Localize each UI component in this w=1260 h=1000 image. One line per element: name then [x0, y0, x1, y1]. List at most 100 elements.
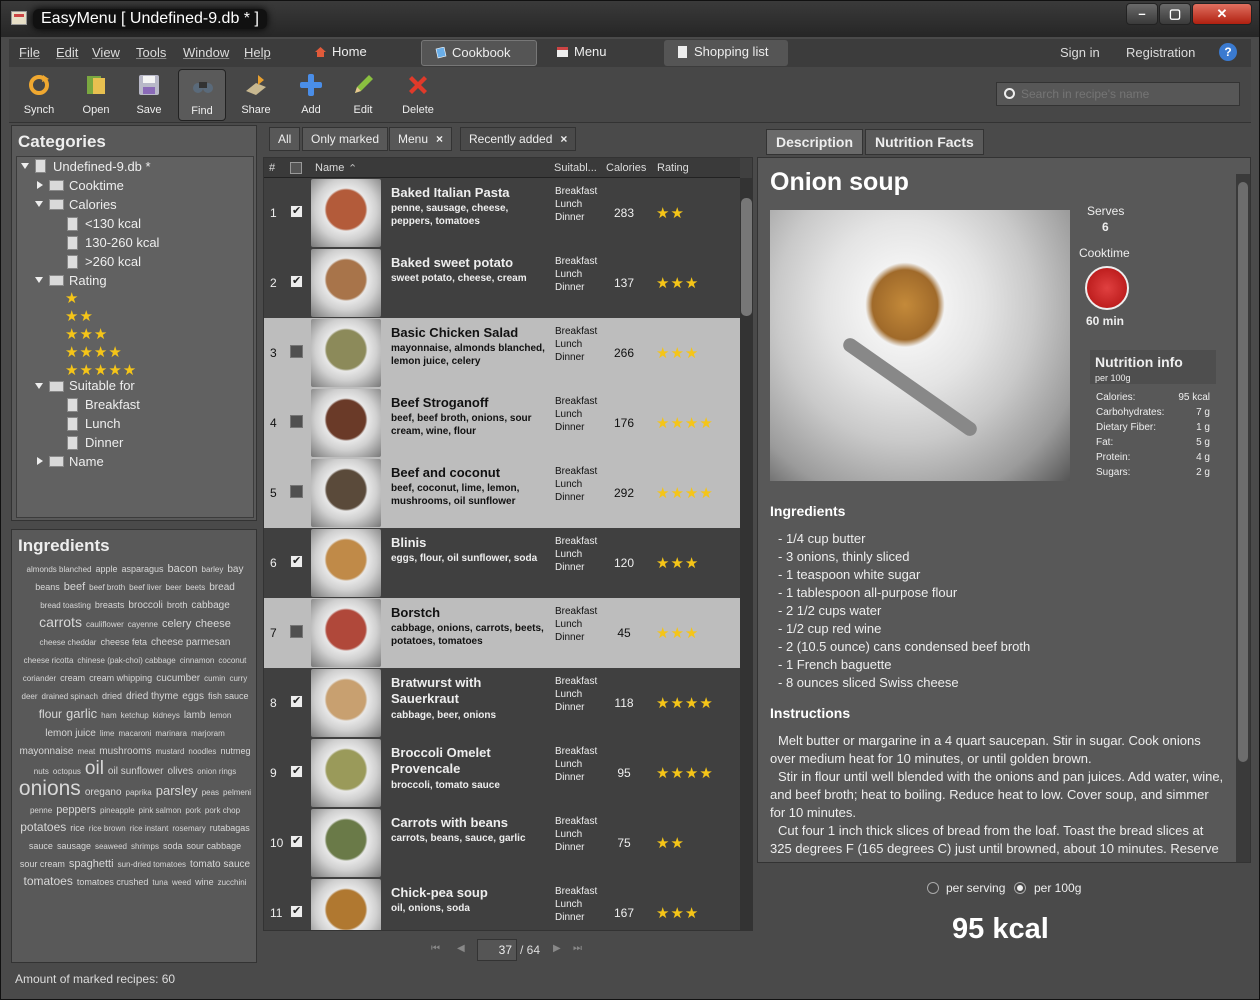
ingredient-tag[interactable]: zucchini: [218, 874, 247, 891]
add-button[interactable]: Add: [287, 69, 335, 121]
ingredient-tag[interactable]: onions: [19, 778, 81, 799]
recipe-checkbox[interactable]: [290, 485, 303, 498]
ingredient-tag[interactable]: garlic: [66, 705, 97, 722]
ingredient-tag[interactable]: eggs: [182, 688, 204, 705]
ingredient-tag[interactable]: oregano: [85, 784, 122, 801]
ingredient-tag[interactable]: cinnamon: [180, 652, 215, 669]
help-icon[interactable]: ?: [1219, 43, 1237, 61]
filter-tab-menu[interactable]: Menu ×: [389, 127, 453, 151]
ingredient-tag[interactable]: coconut: [218, 652, 246, 669]
ingredient-tag[interactable]: mushrooms: [99, 743, 151, 760]
ingredient-tag[interactable]: deer: [22, 688, 38, 705]
tree-item-rating[interactable]: Rating: [69, 273, 107, 288]
ingredient-tag[interactable]: broth: [167, 597, 188, 614]
tree-item-lunch[interactable]: Lunch: [85, 416, 120, 431]
recipe-checkbox[interactable]: [290, 625, 303, 638]
ingredient-tag[interactable]: rosemary: [172, 820, 205, 837]
prev-page-icon[interactable]: ◀: [457, 943, 465, 954]
search-input[interactable]: [996, 82, 1240, 106]
ingredient-tag[interactable]: cauliflower: [86, 616, 124, 633]
ingredient-tag[interactable]: penne: [30, 802, 52, 819]
ingredient-tag[interactable]: spaghetti: [69, 856, 114, 873]
ingredient-tag[interactable]: wine: [195, 874, 214, 891]
tree-item-cal-high[interactable]: >260 kcal: [85, 254, 141, 269]
tree-item-db[interactable]: Undefined-9.db *: [53, 159, 151, 174]
ingredient-tag[interactable]: rutabagas: [210, 820, 250, 837]
tab-menu[interactable]: Menu: [544, 40, 660, 66]
tree-item-breakfast[interactable]: Breakfast: [85, 397, 140, 412]
ingredient-tag[interactable]: potatoes: [20, 819, 66, 836]
edit-button[interactable]: Edit: [339, 69, 387, 121]
ingredient-tag[interactable]: bread toasting: [40, 597, 91, 614]
ingredient-tag[interactable]: bread: [209, 579, 235, 596]
recipe-checkbox[interactable]: [290, 274, 303, 288]
minimize-button[interactable]: –: [1126, 3, 1158, 25]
ingredient-tag[interactable]: tomato sauce: [190, 856, 250, 873]
ingredient-tag[interactable]: tomatoes crushed: [77, 874, 149, 891]
ingredient-tag[interactable]: weed: [172, 874, 191, 891]
recipe-row[interactable]: 4 Beef Stroganoff beef, beef broth, onions…: [264, 388, 740, 458]
title-bar[interactable]: EasyMenu [ Undefined-9.db * ] – ▢ ✕: [1, 1, 1259, 37]
ingredient-tag[interactable]: mayonnaise: [20, 743, 74, 760]
ingredient-tag[interactable]: fish sauce: [208, 688, 249, 705]
recipe-checkbox[interactable]: [290, 764, 303, 778]
ingredient-tag[interactable]: pork: [185, 802, 201, 819]
ingredient-tag[interactable]: chinese (pak-choi) cabbage: [77, 652, 175, 669]
registration-link[interactable]: Registration: [1126, 45, 1195, 60]
col-num[interactable]: #: [269, 162, 275, 174]
tree-item-cal-mid[interactable]: 130-260 kcal: [85, 235, 159, 250]
ingredient-tag[interactable]: almonds blanched: [27, 561, 92, 578]
recipe-row[interactable]: 2 Baked sweet potato sweet potato, cheese,…: [264, 248, 740, 318]
recipe-row[interactable]: 10 Carrots with beans carrots, beans, sauc…: [264, 808, 740, 878]
recipe-row[interactable]: 9 Broccoli Omelet Provencale broccoli, tom…: [264, 738, 740, 808]
ingredient-tag[interactable]: oil: [85, 759, 104, 778]
select-all-checkbox[interactable]: [290, 162, 302, 174]
ingredient-tag[interactable]: beets: [186, 579, 206, 596]
ingredient-tag[interactable]: cream whipping: [89, 670, 152, 687]
ingredient-tag[interactable]: cheese: [195, 616, 230, 633]
ingredient-tag[interactable]: pineapple: [100, 802, 135, 819]
ingredient-tag[interactable]: cumin: [204, 670, 225, 687]
ingredient-tag[interactable]: beef liver: [129, 579, 161, 596]
tab-description[interactable]: Description: [766, 129, 864, 155]
ingredient-tag[interactable]: carrots: [39, 614, 82, 631]
ingredient-tag[interactable]: pelmeni: [223, 784, 251, 801]
ingredient-tag[interactable]: macaroni: [119, 725, 152, 742]
expand-arrow-icon[interactable]: [35, 201, 43, 207]
recipe-checkbox[interactable]: [290, 345, 303, 358]
ingredient-tag[interactable]: pink salmon: [139, 802, 182, 819]
ingredient-tag[interactable]: noodles: [188, 743, 216, 760]
expand-arrow-icon[interactable]: [21, 163, 29, 169]
recipe-row[interactable]: 6 Blinis eggs, flour, oil sunflower, soda B…: [264, 528, 740, 598]
detail-scrollbar[interactable]: [1236, 174, 1250, 862]
ingredient-tag[interactable]: peppers: [56, 802, 96, 819]
next-page-icon[interactable]: ▶: [553, 943, 561, 954]
menu-window[interactable]: Window: [183, 45, 229, 60]
ingredient-tag[interactable]: sausage: [57, 838, 91, 855]
ingredient-tag[interactable]: tuna: [152, 874, 168, 891]
ingredient-tag[interactable]: dried thyme: [126, 688, 178, 705]
sign-in-link[interactable]: Sign in: [1060, 45, 1100, 60]
per-serving-radio[interactable]: [927, 882, 939, 894]
ingredient-tag[interactable]: marinara: [155, 725, 187, 742]
tree-item-name[interactable]: Name: [69, 454, 104, 469]
tab-shopping-list[interactable]: Shopping list: [664, 40, 788, 66]
tab-nutrition-facts[interactable]: Nutrition Facts: [865, 129, 984, 155]
ingredient-tag[interactable]: lemon: [210, 707, 232, 724]
collapse-arrow-icon[interactable]: [37, 457, 43, 465]
col-name[interactable]: Name: [315, 162, 344, 174]
recipe-checkbox[interactable]: [290, 204, 303, 218]
scrollbar-thumb[interactable]: [741, 198, 752, 316]
ingredient-tag[interactable]: onion rings: [197, 763, 236, 780]
recipe-checkbox[interactable]: [290, 415, 303, 428]
ingredient-tag[interactable]: mustard: [156, 743, 185, 760]
ingredient-tag[interactable]: nutmeg: [220, 743, 250, 760]
ingredient-tag[interactable]: broccoli: [128, 597, 162, 614]
tab-home[interactable]: Home: [302, 40, 418, 66]
ingredient-tag[interactable]: cheese cheddar: [40, 634, 97, 651]
recipe-row[interactable]: 3 Basic Chicken Salad mayonnaise, almonds …: [264, 318, 740, 388]
ingredient-tag[interactable]: cheese ricotta: [24, 652, 74, 669]
close-icon[interactable]: ×: [560, 132, 567, 146]
share-button[interactable]: Share: [232, 69, 280, 121]
tree-item-cooktime[interactable]: Cooktime: [69, 178, 124, 193]
